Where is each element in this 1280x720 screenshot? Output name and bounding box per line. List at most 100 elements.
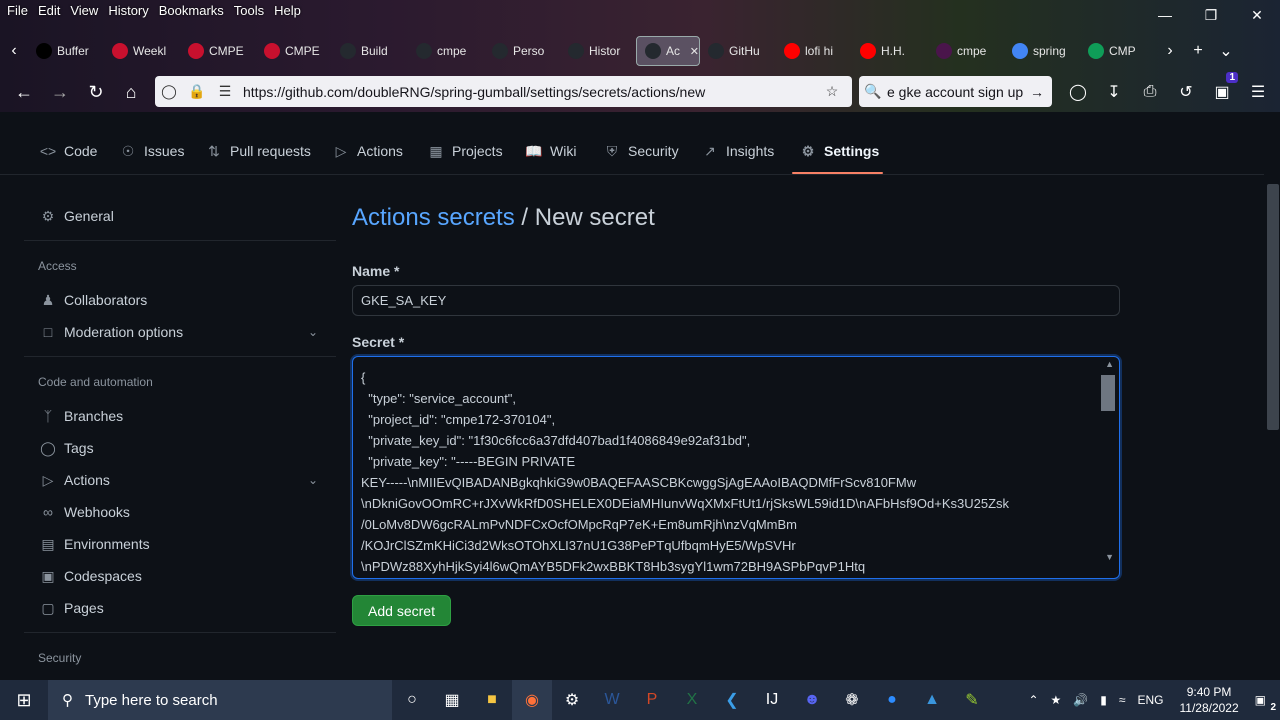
vscode-icon[interactable]: ❮ <box>712 680 752 720</box>
chevron-down-icon[interactable]: ⌄ <box>308 473 318 487</box>
secret-name-input[interactable]: GKE_SA_KEY <box>352 285 1120 316</box>
search-go-icon[interactable]: → <box>1030 84 1044 100</box>
tab-actions[interactable]: ▷ Actions <box>333 139 403 163</box>
url-bar[interactable]: ◯ 🔒 ☰ https://github.com/doubleRNG/sprin… <box>155 76 852 107</box>
close-window-icon[interactable]: ✕ <box>1234 0 1280 30</box>
sidebar-item-collaborators[interactable]: ♟ Collaborators <box>24 284 336 316</box>
browser-tab[interactable]: CMPE <box>256 36 332 66</box>
network-icon[interactable]: ★ <box>1045 693 1068 707</box>
language-indicator[interactable]: ENG <box>1131 693 1169 707</box>
close-tab-icon[interactable]: ✕ <box>690 45 699 58</box>
add-secret-button[interactable]: Add secret <box>352 595 451 626</box>
sidebar-item-actions[interactable]: ▷ Actions ⌄ <box>24 464 336 496</box>
paint-icon[interactable]: ❁ <box>832 680 872 720</box>
forward-icon[interactable]: → <box>42 76 78 108</box>
browser-tab[interactable]: cmpe <box>408 36 484 66</box>
menu-help[interactable]: Help <box>271 0 308 22</box>
permissions-icon[interactable]: ☰ <box>211 83 239 100</box>
intellij-icon[interactable]: IJ <box>752 680 792 720</box>
battery-icon[interactable]: ▮ <box>1094 693 1113 707</box>
task-view-icon[interactable]: ▦ <box>432 680 472 720</box>
print-icon[interactable]: ⎙ <box>1132 83 1168 101</box>
scroll-down-icon[interactable]: ▼ <box>1105 552 1114 562</box>
page-scrollbar[interactable] <box>1264 176 1280 680</box>
menu-view[interactable]: View <box>67 0 105 22</box>
page-scroll-thumb[interactable] <box>1267 184 1279 430</box>
extension-icon[interactable]: ▣ 1 <box>1204 72 1240 102</box>
tracking-shield-icon[interactable]: ◯ <box>155 83 183 100</box>
search-bar[interactable]: 🔍 e gke account sign up → <box>859 76 1052 107</box>
windows-start-icon[interactable]: ⊞ <box>0 680 48 720</box>
volume-icon[interactable]: 🔊 <box>1067 693 1094 707</box>
scroll-up-icon[interactable]: ▲ <box>1105 359 1114 369</box>
browser-tab[interactable]: lofi hi <box>776 36 852 66</box>
menu-bookmarks[interactable]: Bookmarks <box>156 0 231 22</box>
tab-code[interactable]: <> Code <box>40 139 98 163</box>
menu-tools[interactable]: Tools <box>231 0 271 22</box>
browser-tab[interactable]: CMP <box>1080 36 1156 66</box>
browser-tab[interactable]: Ac ✕ <box>636 36 700 66</box>
taskbar-clock[interactable]: 9:40 PM 11/28/2022 <box>1169 684 1248 716</box>
back-icon[interactable]: ← <box>6 76 42 108</box>
sidebar-item-tags[interactable]: ◯ Tags <box>24 432 336 464</box>
browser-tab[interactable]: cmpe <box>928 36 1004 66</box>
history-icon[interactable]: ↺ <box>1168 82 1204 102</box>
downloads-icon[interactable]: ↧ <box>1096 82 1132 102</box>
sidebar-item-general[interactable]: ⚙ General <box>24 200 336 232</box>
tabs-scroll-left-icon[interactable]: ‹ <box>0 34 28 68</box>
tray-overflow-icon[interactable]: ⌃ <box>1022 693 1044 707</box>
wifi-icon[interactable]: ≈ <box>1113 693 1132 707</box>
new-tab-icon[interactable]: + <box>1184 34 1212 68</box>
tab-insights[interactable]: ↗ Insights <box>702 139 774 163</box>
powerpoint-icon[interactable]: P <box>632 680 672 720</box>
word-icon[interactable]: W <box>592 680 632 720</box>
taskbar-search[interactable]: ⚲ Type here to search <box>48 680 392 720</box>
steam-icon[interactable]: ⚙ <box>552 680 592 720</box>
menu-history[interactable]: History <box>105 0 155 22</box>
lock-icon[interactable]: 🔒 <box>183 83 211 100</box>
browser-tab[interactable]: Perso <box>484 36 560 66</box>
browser-tab[interactable]: spring <box>1004 36 1080 66</box>
photos-icon[interactable]: ▲ <box>912 680 952 720</box>
restore-icon[interactable]: ❐ <box>1188 0 1234 30</box>
browser-tab[interactable]: Build <box>332 36 408 66</box>
browser-tab[interactable]: Buffer <box>28 36 104 66</box>
tab-security[interactable]: ⛨ Security <box>604 139 679 163</box>
textarea-scroll-thumb[interactable] <box>1101 375 1115 411</box>
notepad-icon[interactable]: ✎ <box>952 680 992 720</box>
sidebar-item-branches[interactable]: ᛉ Branches <box>24 400 336 432</box>
menu-edit[interactable]: Edit <box>35 0 67 22</box>
browser-tab[interactable]: GitHu <box>700 36 776 66</box>
tab-issues[interactable]: ☉ Issues <box>120 139 185 163</box>
list-tabs-icon[interactable]: ⌄ <box>1212 34 1240 68</box>
browser-tab[interactable]: H.H. <box>852 36 928 66</box>
browser-tab[interactable]: CMPE <box>180 36 256 66</box>
tab-projects[interactable]: ▦ Projects <box>428 139 502 163</box>
app-menu-icon[interactable]: ☰ <box>1240 82 1276 102</box>
chevron-down-icon[interactable]: ⌄ <box>308 325 318 339</box>
bookmark-star-icon[interactable]: ☆ <box>818 83 846 100</box>
excel-icon[interactable]: X <box>672 680 712 720</box>
sidebar-item-environments[interactable]: ▤ Environments <box>24 528 336 560</box>
zoom-icon[interactable]: ● <box>872 680 912 720</box>
home-icon[interactable]: ⌂ <box>113 76 149 108</box>
sidebar-item-codespaces[interactable]: ▣ Codespaces <box>24 560 336 592</box>
breadcrumb-actions-secrets[interactable]: Actions secrets <box>352 204 515 231</box>
browser-tab[interactable]: Weekl <box>104 36 180 66</box>
sidebar-item-webhooks[interactable]: ∞ Webhooks <box>24 496 336 528</box>
sidebar-item-pages[interactable]: ▢ Pages <box>24 592 336 624</box>
sidebar-item-moderation[interactable]: □ Moderation options ⌄ <box>24 316 336 348</box>
tab-settings[interactable]: ⚙ Settings <box>800 139 880 163</box>
browser-tab[interactable]: Histor <box>560 36 636 66</box>
discord-icon[interactable]: ☻ <box>792 680 832 720</box>
tab-wiki[interactable]: 📖 Wiki <box>525 139 576 163</box>
file-explorer-icon[interactable]: ■ <box>472 680 512 720</box>
secret-value-textarea[interactable]: { "type": "service_account", "project_id… <box>352 356 1120 579</box>
tabs-scroll-right-icon[interactable]: › <box>1156 34 1184 68</box>
notifications-icon[interactable]: ▣ 2 <box>1249 693 1280 713</box>
pocket-icon[interactable]: ◯ <box>1060 82 1096 102</box>
cortana-icon[interactable]: ○ <box>392 680 432 720</box>
tab-pull-requests[interactable]: ⇅ Pull requests <box>206 139 311 163</box>
minimize-icon[interactable]: — <box>1142 0 1188 30</box>
menu-file[interactable]: File <box>4 0 35 22</box>
